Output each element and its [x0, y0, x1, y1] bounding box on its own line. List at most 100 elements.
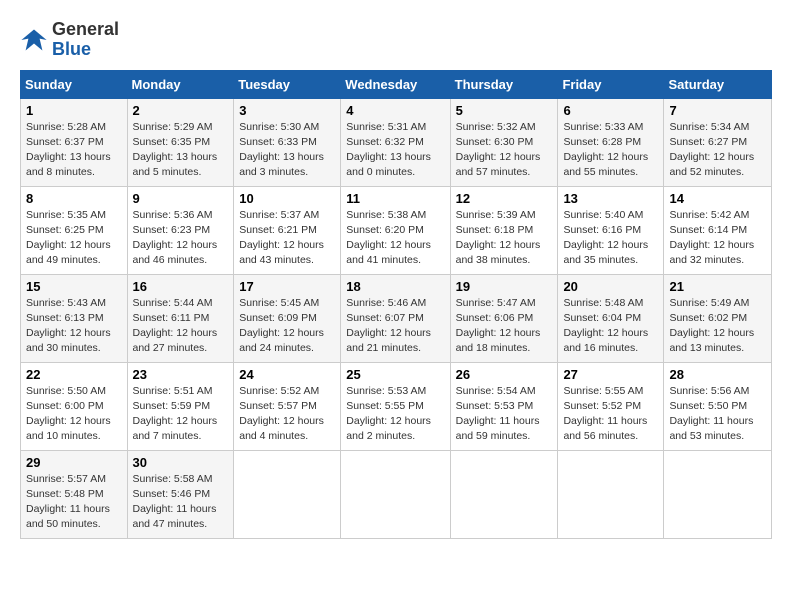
day-number: 23	[133, 367, 229, 382]
calendar-week-row: 15 Sunrise: 5:43 AMSunset: 6:13 PMDayligh…	[21, 274, 772, 362]
logo-text: General Blue	[52, 20, 119, 60]
day-info: Sunrise: 5:38 AMSunset: 6:20 PMDaylight:…	[346, 208, 444, 269]
calendar-day-cell: 30 Sunrise: 5:58 AMSunset: 5:46 PMDayligh…	[127, 450, 234, 538]
calendar-day-cell: 5 Sunrise: 5:32 AMSunset: 6:30 PMDaylight…	[450, 98, 558, 186]
header-friday: Friday	[558, 70, 664, 98]
day-number: 9	[133, 191, 229, 206]
header-tuesday: Tuesday	[234, 70, 341, 98]
calendar-week-row: 8 Sunrise: 5:35 AMSunset: 6:25 PMDaylight…	[21, 186, 772, 274]
day-info: Sunrise: 5:36 AMSunset: 6:23 PMDaylight:…	[133, 208, 229, 269]
day-info: Sunrise: 5:58 AMSunset: 5:46 PMDaylight:…	[133, 472, 229, 533]
day-number: 10	[239, 191, 335, 206]
header-sunday: Sunday	[21, 70, 128, 98]
day-number: 2	[133, 103, 229, 118]
day-info: Sunrise: 5:54 AMSunset: 5:53 PMDaylight:…	[456, 384, 553, 445]
calendar-day-cell: 10 Sunrise: 5:37 AMSunset: 6:21 PMDayligh…	[234, 186, 341, 274]
calendar-day-cell: 27 Sunrise: 5:55 AMSunset: 5:52 PMDayligh…	[558, 362, 664, 450]
day-info: Sunrise: 5:51 AMSunset: 5:59 PMDaylight:…	[133, 384, 229, 445]
page-header: General Blue	[20, 20, 772, 60]
calendar-day-cell: 26Sunrise: 5:54 AMSunset: 5:53 PMDayligh…	[450, 362, 558, 450]
calendar-day-cell: 8 Sunrise: 5:35 AMSunset: 6:25 PMDaylight…	[21, 186, 128, 274]
calendar-empty-cell	[341, 450, 450, 538]
calendar-day-cell: 13 Sunrise: 5:40 AMSunset: 6:16 PMDayligh…	[558, 186, 664, 274]
day-info: Sunrise: 5:49 AMSunset: 6:02 PMDaylight:…	[669, 296, 766, 357]
calendar-day-cell: 12 Sunrise: 5:39 AMSunset: 6:18 PMDayligh…	[450, 186, 558, 274]
day-info: Sunrise: 5:57 AMSunset: 5:48 PMDaylight:…	[26, 472, 122, 533]
day-number: 17	[239, 279, 335, 294]
day-number: 14	[669, 191, 766, 206]
day-info: Sunrise: 5:37 AMSunset: 6:21 PMDaylight:…	[239, 208, 335, 269]
calendar-day-cell: 21 Sunrise: 5:49 AMSunset: 6:02 PMDayligh…	[664, 274, 772, 362]
calendar-day-cell: 2 Sunrise: 5:29 AMSunset: 6:35 PMDaylight…	[127, 98, 234, 186]
calendar-table: SundayMondayTuesdayWednesdayThursdayFrid…	[20, 70, 772, 539]
day-info: Sunrise: 5:34 AMSunset: 6:27 PMDaylight:…	[669, 120, 766, 181]
day-info: Sunrise: 5:29 AMSunset: 6:35 PMDaylight:…	[133, 120, 229, 181]
calendar-week-row: 1 Sunrise: 5:28 AMSunset: 6:37 PMDaylight…	[21, 98, 772, 186]
calendar-day-cell: 29 Sunrise: 5:57 AMSunset: 5:48 PMDayligh…	[21, 450, 128, 538]
calendar-day-cell: 3 Sunrise: 5:30 AMSunset: 6:33 PMDaylight…	[234, 98, 341, 186]
calendar-day-cell: 19 Sunrise: 5:47 AMSunset: 6:06 PMDayligh…	[450, 274, 558, 362]
day-number: 22	[26, 367, 122, 382]
day-number: 7	[669, 103, 766, 118]
day-info: Sunrise: 5:50 AMSunset: 6:00 PMDaylight:…	[26, 384, 122, 445]
calendar-day-cell: 15 Sunrise: 5:43 AMSunset: 6:13 PMDayligh…	[21, 274, 128, 362]
calendar-day-cell: 20 Sunrise: 5:48 AMSunset: 6:04 PMDayligh…	[558, 274, 664, 362]
day-number: 12	[456, 191, 553, 206]
day-number: 3	[239, 103, 335, 118]
day-number: 27	[563, 367, 658, 382]
day-info: Sunrise: 5:43 AMSunset: 6:13 PMDaylight:…	[26, 296, 122, 357]
day-info: Sunrise: 5:52 AMSunset: 5:57 PMDaylight:…	[239, 384, 335, 445]
day-info: Sunrise: 5:35 AMSunset: 6:25 PMDaylight:…	[26, 208, 122, 269]
logo-bird-icon	[20, 26, 48, 54]
calendar-day-cell: 11Sunrise: 5:38 AMSunset: 6:20 PMDayligh…	[341, 186, 450, 274]
calendar-day-cell: 25 Sunrise: 5:53 AMSunset: 5:55 PMDayligh…	[341, 362, 450, 450]
calendar-day-cell: 16Sunrise: 5:44 AMSunset: 6:11 PMDayligh…	[127, 274, 234, 362]
calendar-day-cell: 28Sunrise: 5:56 AMSunset: 5:50 PMDayligh…	[664, 362, 772, 450]
day-info: Sunrise: 5:39 AMSunset: 6:18 PMDaylight:…	[456, 208, 553, 269]
day-info: Sunrise: 5:45 AMSunset: 6:09 PMDaylight:…	[239, 296, 335, 357]
day-number: 21	[669, 279, 766, 294]
calendar-day-cell: 1 Sunrise: 5:28 AMSunset: 6:37 PMDaylight…	[21, 98, 128, 186]
logo: General Blue	[20, 20, 119, 60]
calendar-day-cell: 14 Sunrise: 5:42 AMSunset: 6:14 PMDayligh…	[664, 186, 772, 274]
day-info: Sunrise: 5:40 AMSunset: 6:16 PMDaylight:…	[563, 208, 658, 269]
day-info: Sunrise: 5:30 AMSunset: 6:33 PMDaylight:…	[239, 120, 335, 181]
calendar-empty-cell	[558, 450, 664, 538]
calendar-day-cell: 23 Sunrise: 5:51 AMSunset: 5:59 PMDayligh…	[127, 362, 234, 450]
header-monday: Monday	[127, 70, 234, 98]
calendar-empty-cell	[234, 450, 341, 538]
day-number: 8	[26, 191, 122, 206]
day-info: Sunrise: 5:55 AMSunset: 5:52 PMDaylight:…	[563, 384, 658, 445]
day-info: Sunrise: 5:28 AMSunset: 6:37 PMDaylight:…	[26, 120, 122, 181]
day-info: Sunrise: 5:42 AMSunset: 6:14 PMDaylight:…	[669, 208, 766, 269]
calendar-empty-cell	[450, 450, 558, 538]
calendar-week-row: 22 Sunrise: 5:50 AMSunset: 6:00 PMDayligh…	[21, 362, 772, 450]
day-number: 5	[456, 103, 553, 118]
header-saturday: Saturday	[664, 70, 772, 98]
day-info: Sunrise: 5:48 AMSunset: 6:04 PMDaylight:…	[563, 296, 658, 357]
day-number: 13	[563, 191, 658, 206]
day-number: 20	[563, 279, 658, 294]
day-info: Sunrise: 5:47 AMSunset: 6:06 PMDaylight:…	[456, 296, 553, 357]
day-number: 30	[133, 455, 229, 470]
calendar-day-cell: 7 Sunrise: 5:34 AMSunset: 6:27 PMDaylight…	[664, 98, 772, 186]
day-info: Sunrise: 5:53 AMSunset: 5:55 PMDaylight:…	[346, 384, 444, 445]
day-number: 15	[26, 279, 122, 294]
day-info: Sunrise: 5:56 AMSunset: 5:50 PMDaylight:…	[669, 384, 766, 445]
day-number: 6	[563, 103, 658, 118]
calendar-header-row: SundayMondayTuesdayWednesdayThursdayFrid…	[21, 70, 772, 98]
calendar-day-cell: 9 Sunrise: 5:36 AMSunset: 6:23 PMDaylight…	[127, 186, 234, 274]
day-number: 4	[346, 103, 444, 118]
day-info: Sunrise: 5:32 AMSunset: 6:30 PMDaylight:…	[456, 120, 553, 181]
calendar-day-cell: 4 Sunrise: 5:31 AMSunset: 6:32 PMDaylight…	[341, 98, 450, 186]
calendar-empty-cell	[664, 450, 772, 538]
day-number: 19	[456, 279, 553, 294]
day-number: 25	[346, 367, 444, 382]
day-number: 29	[26, 455, 122, 470]
calendar-day-cell: 18Sunrise: 5:46 AMSunset: 6:07 PMDayligh…	[341, 274, 450, 362]
calendar-day-cell: 24Sunrise: 5:52 AMSunset: 5:57 PMDayligh…	[234, 362, 341, 450]
day-number: 1	[26, 103, 122, 118]
day-number: 16	[133, 279, 229, 294]
day-info: Sunrise: 5:31 AMSunset: 6:32 PMDaylight:…	[346, 120, 444, 181]
header-wednesday: Wednesday	[341, 70, 450, 98]
